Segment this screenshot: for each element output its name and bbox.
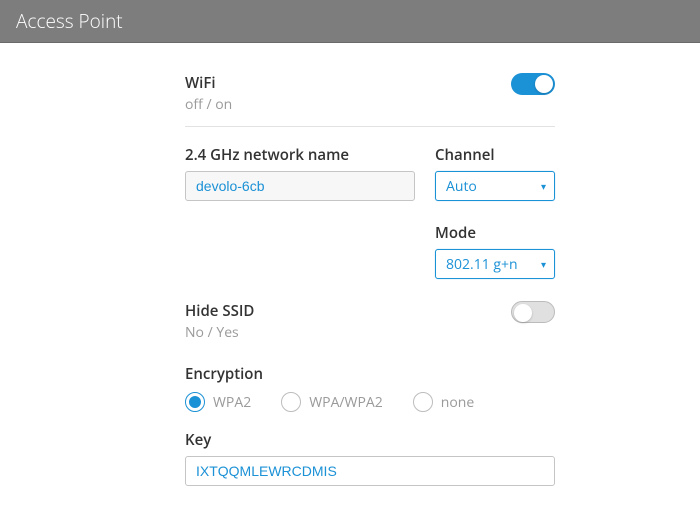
network-name-label: 2.4 GHz network name xyxy=(185,145,415,165)
radio-label: WPA2 xyxy=(213,393,251,412)
page-title: Access Point xyxy=(16,8,123,34)
encryption-option-wpa2[interactable]: WPA2 xyxy=(185,392,251,412)
network-channel-row: 2.4 GHz network name Channel Auto Mode 8… xyxy=(185,145,555,279)
channel-select-value: Auto xyxy=(446,177,477,196)
wifi-row: WiFi off / on xyxy=(185,73,555,114)
hide-ssid-row: Hide SSID No / Yes xyxy=(185,301,555,342)
wifi-toggle[interactable] xyxy=(511,73,555,95)
encryption-option-wpawpa2[interactable]: WPA/WPA2 xyxy=(281,392,383,412)
divider xyxy=(185,126,555,127)
mode-select-value: 802.11 g+n xyxy=(446,255,518,274)
hide-ssid-sublabel: No / Yes xyxy=(185,323,254,342)
encryption-label: Encryption xyxy=(185,364,555,384)
key-label: Key xyxy=(185,430,555,450)
radio-label: WPA/WPA2 xyxy=(309,393,383,412)
radio-icon xyxy=(413,392,433,412)
hide-ssid-toggle[interactable] xyxy=(511,301,555,323)
radio-label: none xyxy=(441,393,474,412)
channel-select[interactable]: Auto xyxy=(435,171,555,201)
toggle-knob xyxy=(535,75,553,93)
channel-label: Channel xyxy=(435,145,555,165)
content-area: WiFi off / on 2.4 GHz network name Chann… xyxy=(0,43,700,486)
mode-label: Mode xyxy=(435,223,555,243)
toggle-knob xyxy=(514,304,532,322)
radio-icon xyxy=(281,392,301,412)
network-name-input[interactable] xyxy=(185,171,415,201)
mode-select[interactable]: 802.11 g+n xyxy=(435,249,555,279)
page-header-bar: Access Point xyxy=(0,0,700,43)
encryption-section: Encryption WPA2 WPA/WPA2 none xyxy=(185,364,555,412)
radio-icon xyxy=(185,392,205,412)
key-section: Key xyxy=(185,430,555,486)
hide-ssid-label: Hide SSID xyxy=(185,301,254,321)
wifi-label: WiFi xyxy=(185,73,232,93)
encryption-radio-group: WPA2 WPA/WPA2 none xyxy=(185,392,555,412)
wifi-sublabel: off / on xyxy=(185,95,232,114)
key-input[interactable] xyxy=(185,456,555,486)
encryption-option-none[interactable]: none xyxy=(413,392,474,412)
